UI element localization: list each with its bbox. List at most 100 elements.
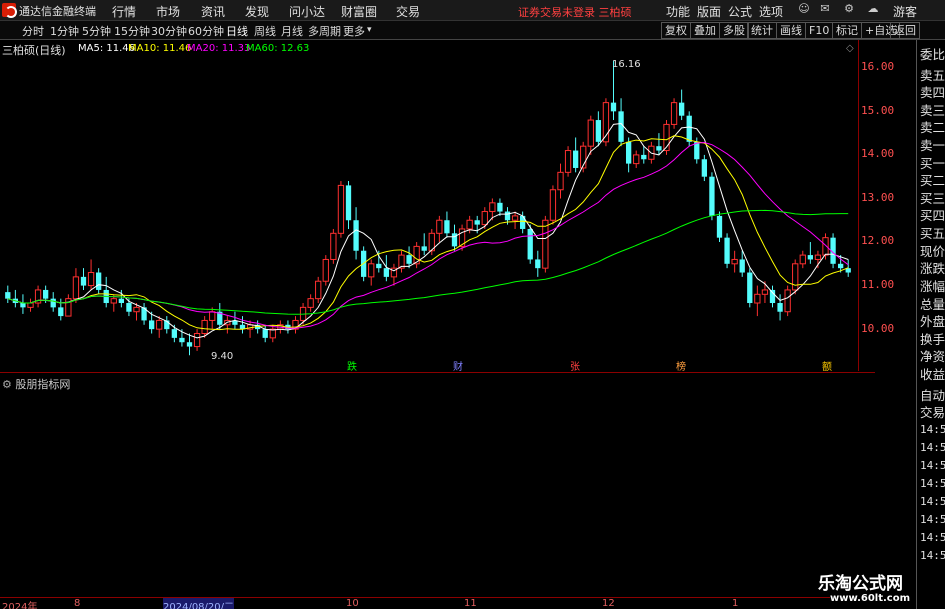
candle-body bbox=[504, 211, 511, 221]
candle-body bbox=[739, 259, 745, 273]
candle bbox=[164, 316, 170, 334]
candle bbox=[580, 141, 587, 173]
indicator-panel[interactable]: ⚙ 股朋指标网 bbox=[0, 372, 875, 597]
period-30min[interactable]: 30分钟 bbox=[151, 23, 187, 39]
candle bbox=[413, 242, 420, 269]
more-dropdown-icon[interactable]: ▾ bbox=[367, 25, 372, 35]
signal-label: 跌 bbox=[347, 362, 357, 373]
candle bbox=[12, 289, 19, 308]
price-tick: 12.00 bbox=[861, 234, 895, 247]
candle-body bbox=[822, 237, 829, 256]
candle-body bbox=[656, 146, 662, 151]
candle-body bbox=[587, 119, 594, 147]
candle-body bbox=[193, 333, 201, 348]
low-price-annotation: 9.40 bbox=[211, 351, 234, 362]
stock-title[interactable]: 三柏硕(日线) bbox=[2, 42, 66, 58]
menu-wealth-circle[interactable]: 财富圈 bbox=[341, 3, 377, 20]
period-intraday[interactable]: 分时 bbox=[22, 23, 44, 39]
menu-layout[interactable]: 版面 bbox=[697, 3, 721, 20]
candle bbox=[141, 303, 147, 325]
quote-label: 涨跌 bbox=[920, 261, 945, 276]
candle-body bbox=[42, 289, 49, 299]
cloud-icon[interactable]: ☁ bbox=[866, 2, 880, 18]
candle bbox=[95, 268, 102, 295]
menu-formula[interactable]: 公式 bbox=[728, 3, 752, 20]
menu-quotes[interactable]: 行情 bbox=[112, 3, 136, 20]
period-5min[interactable]: 5分钟 bbox=[82, 23, 111, 39]
chart-expand-icon[interactable]: ◇ bbox=[846, 43, 854, 54]
menu-market[interactable]: 市场 bbox=[156, 3, 180, 20]
candle-body bbox=[535, 259, 541, 269]
menu-ask[interactable]: 问小达 bbox=[289, 3, 325, 20]
candle bbox=[587, 115, 594, 155]
candle-body bbox=[557, 171, 564, 191]
menu-function[interactable]: 功能 bbox=[666, 3, 690, 20]
period-60min[interactable]: 60分钟 bbox=[188, 23, 224, 39]
date-label: 11 bbox=[464, 598, 477, 609]
candle-body bbox=[27, 302, 34, 308]
indicator-settings-icon[interactable]: ⚙ bbox=[2, 378, 12, 391]
candle bbox=[34, 285, 42, 308]
candle bbox=[731, 250, 738, 273]
candle bbox=[224, 316, 231, 334]
menu-trade[interactable]: 交易 bbox=[396, 3, 420, 20]
candle bbox=[769, 285, 776, 308]
stats-button[interactable]: 统计 bbox=[747, 22, 777, 39]
candle bbox=[792, 259, 799, 295]
candle-body bbox=[784, 289, 791, 313]
adjust-button[interactable]: 复权 bbox=[661, 22, 691, 39]
date-label: 8 bbox=[74, 598, 81, 609]
tick-time: 14:56 bbox=[920, 477, 945, 490]
multi-stock-button[interactable]: 多股 bbox=[719, 22, 749, 39]
period-more[interactable]: 更多 bbox=[343, 23, 365, 39]
candle-body bbox=[633, 154, 640, 165]
date-axis: 2024年 8 2024/08/20/二 10 11 12 1 bbox=[0, 597, 875, 609]
period-monthly[interactable]: 月线 bbox=[281, 23, 303, 39]
candle bbox=[656, 133, 662, 155]
candle bbox=[822, 233, 829, 260]
candle-body bbox=[564, 150, 572, 173]
settings-icon[interactable]: ⚙ bbox=[842, 2, 856, 18]
menu-news[interactable]: 资讯 bbox=[201, 3, 225, 20]
candle bbox=[103, 276, 109, 308]
candle-body bbox=[572, 150, 579, 168]
candle bbox=[444, 211, 450, 238]
mark-button[interactable]: 标记 bbox=[832, 22, 862, 39]
back-button[interactable]: 返回 bbox=[890, 22, 920, 39]
tick-time: 14:56 bbox=[920, 459, 945, 472]
candle-body bbox=[678, 102, 685, 116]
candle-body bbox=[80, 276, 87, 286]
candle bbox=[436, 215, 443, 243]
candle-body bbox=[337, 184, 345, 234]
candle bbox=[246, 320, 254, 338]
watermark-text: 乐淘公式网 bbox=[818, 574, 903, 594]
candle bbox=[602, 98, 610, 147]
mail-icon[interactable]: ✉ bbox=[818, 2, 832, 18]
candle bbox=[209, 307, 216, 330]
candle bbox=[724, 233, 730, 269]
candle bbox=[72, 268, 80, 304]
candle bbox=[156, 316, 163, 338]
draw-button[interactable]: 画线 bbox=[776, 22, 806, 39]
date-label: 1 bbox=[732, 598, 739, 609]
tick-time: 14:56 bbox=[920, 423, 945, 436]
candle-body bbox=[641, 154, 647, 160]
f10-button[interactable]: F10 bbox=[805, 22, 834, 39]
user-icon[interactable]: ☺ bbox=[797, 2, 811, 18]
ma20-label: MA20: 11.33 bbox=[187, 43, 251, 54]
period-15min[interactable]: 15分钟 bbox=[114, 23, 150, 39]
menu-discover[interactable]: 发现 bbox=[245, 3, 269, 20]
login-status[interactable]: 证券交易未登录 三柏硕 bbox=[518, 4, 632, 20]
period-weekly[interactable]: 周线 bbox=[254, 23, 276, 39]
overlay-button[interactable]: 叠加 bbox=[690, 22, 720, 39]
guest-label[interactable]: 游客 bbox=[893, 3, 917, 20]
kline-chart[interactable]: 三柏硕(日线) MA5: 11.46 MA10: 11.46 MA20: 11.… bbox=[0, 40, 915, 373]
indicator-title[interactable]: ⚙ 股朋指标网 bbox=[2, 376, 70, 392]
period-multi[interactable]: 多周期 bbox=[308, 23, 341, 39]
trade-label[interactable]: 交易 bbox=[920, 402, 945, 421]
menu-options[interactable]: 选项 bbox=[759, 3, 783, 20]
period-daily[interactable]: 日线 bbox=[226, 23, 248, 39]
period-1min[interactable]: 1分钟 bbox=[50, 23, 79, 39]
quote-label: 卖二 bbox=[920, 120, 945, 135]
candle-body bbox=[5, 292, 11, 299]
